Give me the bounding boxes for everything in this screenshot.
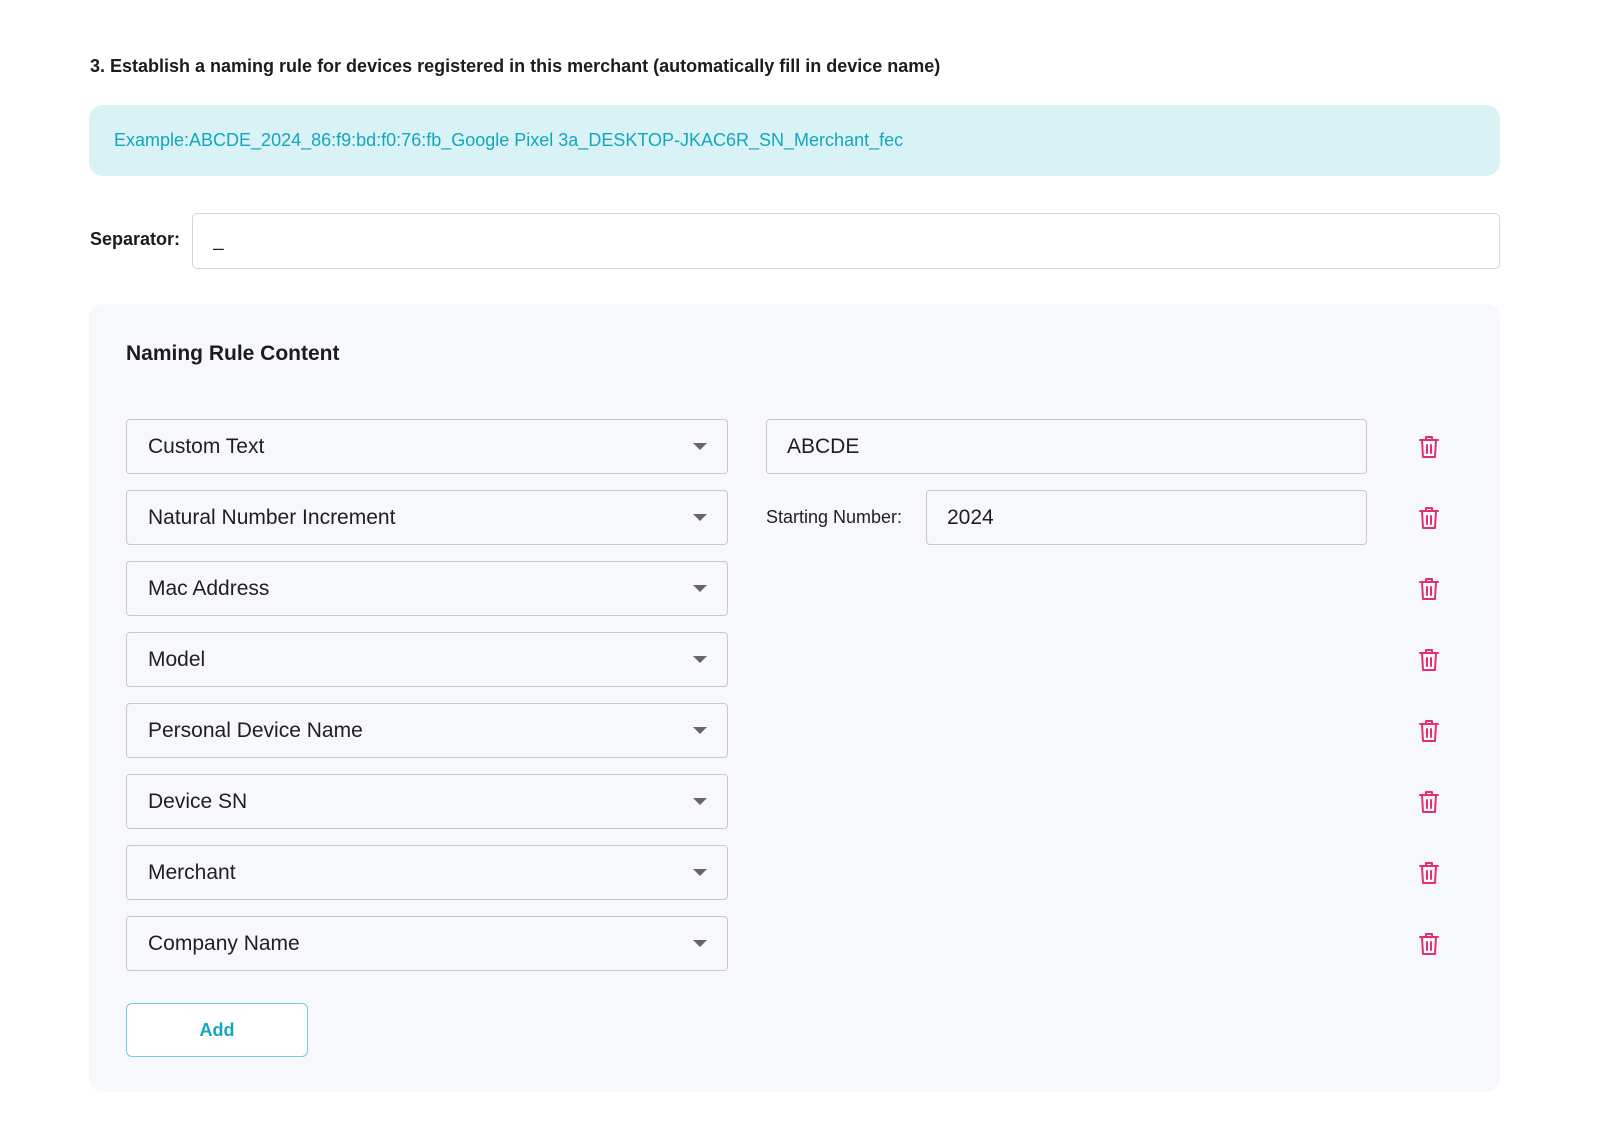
starting-number-label: Starting Number:	[766, 507, 903, 527]
delete-rule-button[interactable]	[1416, 433, 1442, 461]
rule-row-merchant: Merchant	[126, 845, 1466, 901]
rule-type-value: Natural Number Increment	[148, 506, 396, 529]
rule-type-value: Custom Text	[148, 435, 265, 458]
separator-label: Separator:	[90, 229, 181, 249]
delete-rule-button[interactable]	[1416, 646, 1442, 674]
naming-rule-page: 3. Establish a naming rule for devices r…	[0, 0, 1600, 1128]
rule-type-select[interactable]: Company Name	[126, 916, 728, 971]
naming-rule-panel: Naming Rule Content Custom Text Natural …	[89, 304, 1500, 1092]
delete-rule-button[interactable]	[1416, 717, 1442, 745]
add-rule-button[interactable]: Add	[126, 1003, 308, 1057]
trash-icon	[1419, 578, 1439, 600]
example-banner: Example:ABCDE_2024_86:f9:bd:f0:76:fb_Goo…	[89, 105, 1500, 176]
trash-icon	[1419, 720, 1439, 742]
rule-type-select[interactable]: Merchant	[126, 845, 728, 900]
caret-down-icon	[693, 798, 707, 805]
delete-rule-button[interactable]	[1416, 859, 1442, 887]
caret-down-icon	[693, 727, 707, 734]
delete-rule-button[interactable]	[1416, 504, 1442, 532]
trash-icon	[1419, 436, 1439, 458]
custom-text-input[interactable]	[766, 419, 1367, 474]
caret-down-icon	[693, 869, 707, 876]
example-text: Example:ABCDE_2024_86:f9:bd:f0:76:fb_Goo…	[114, 130, 904, 150]
caret-down-icon	[693, 443, 707, 450]
rule-type-value: Mac Address	[148, 577, 270, 600]
delete-rule-button[interactable]	[1416, 930, 1442, 958]
rule-row-device-sn: Device SN	[126, 774, 1466, 830]
rule-type-select[interactable]: Custom Text	[126, 419, 728, 474]
rule-row-custom-text: Custom Text	[126, 419, 1466, 475]
rule-type-select[interactable]: Device SN	[126, 774, 728, 829]
caret-down-icon	[693, 656, 707, 663]
rule-row-company-name: Company Name	[126, 916, 1466, 972]
rule-type-select[interactable]: Natural Number Increment	[126, 490, 728, 545]
separator-input[interactable]	[192, 213, 1500, 269]
trash-icon	[1419, 791, 1439, 813]
caret-down-icon	[693, 940, 707, 947]
trash-icon	[1419, 933, 1439, 955]
rule-row-natural-number: Natural Number Increment Starting Number…	[126, 490, 1466, 546]
caret-down-icon	[693, 585, 707, 592]
delete-rule-button[interactable]	[1416, 788, 1442, 816]
panel-title: Naming Rule Content	[126, 342, 340, 365]
rule-type-value: Merchant	[148, 861, 236, 884]
rule-row-mac-address: Mac Address	[126, 561, 1466, 617]
starting-number-input[interactable]	[926, 490, 1367, 545]
caret-down-icon	[693, 514, 707, 521]
trash-icon	[1419, 862, 1439, 884]
rule-type-select[interactable]: Model	[126, 632, 728, 687]
rule-row-model: Model	[126, 632, 1466, 688]
trash-icon	[1419, 649, 1439, 671]
rule-row-personal-device-name: Personal Device Name	[126, 703, 1466, 759]
trash-icon	[1419, 507, 1439, 529]
rule-type-select[interactable]: Mac Address	[126, 561, 728, 616]
delete-rule-button[interactable]	[1416, 575, 1442, 603]
section-title: 3. Establish a naming rule for devices r…	[90, 56, 941, 76]
rule-type-value: Device SN	[148, 790, 248, 813]
rule-type-value: Model	[148, 648, 206, 671]
rule-type-value: Company Name	[148, 932, 300, 955]
rule-type-value: Personal Device Name	[148, 719, 363, 742]
rule-type-select[interactable]: Personal Device Name	[126, 703, 728, 758]
